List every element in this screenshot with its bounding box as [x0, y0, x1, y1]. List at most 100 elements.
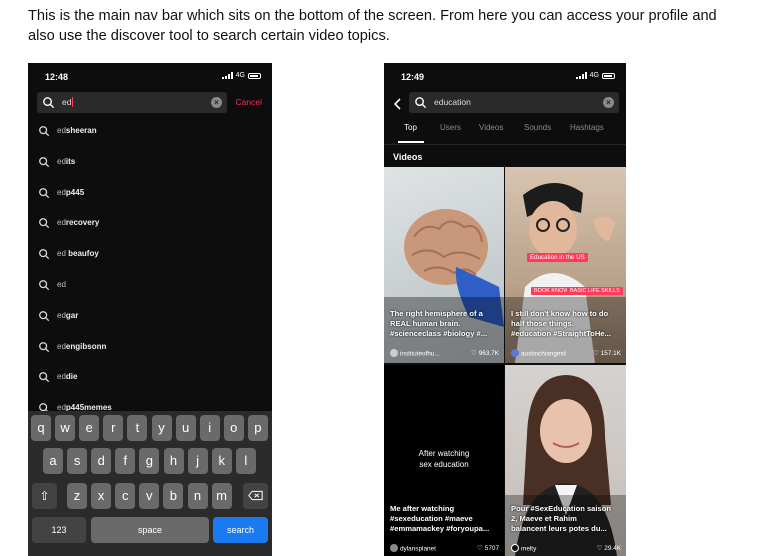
heart-icon: ♡: [593, 350, 599, 358]
search-input[interactable]: education ×: [409, 92, 619, 113]
key-x[interactable]: x: [91, 483, 112, 509]
tab-top[interactable]: Top: [404, 123, 417, 132]
suggestion-item[interactable]: edits: [38, 154, 258, 174]
key-s[interactable]: s: [67, 448, 88, 474]
shift-icon[interactable]: ⇧: [32, 483, 57, 509]
key-l[interactable]: l: [235, 448, 256, 474]
key-c[interactable]: c: [115, 483, 136, 509]
key-a[interactable]: a: [43, 448, 63, 474]
key-k[interactable]: k: [211, 448, 232, 474]
backspace-icon[interactable]: [243, 483, 268, 509]
key-j[interactable]: j: [187, 448, 208, 474]
phone-search-suggestions: 12:48 4G ed × Cancel edsheeran edits edp44…: [28, 63, 272, 556]
section-title: Videos: [393, 152, 423, 162]
avatar: [390, 349, 398, 357]
video-likes: 157.1K: [600, 350, 621, 358]
search-input[interactable]: ed ×: [37, 92, 227, 113]
search-key[interactable]: search: [213, 517, 268, 543]
suggestion-item[interactable]: eddie: [38, 369, 258, 389]
suggestion-prefix: ed: [57, 310, 66, 320]
key-q[interactable]: q: [31, 415, 51, 441]
status-time: 12:48: [45, 72, 69, 82]
phone-search-results: 12:49 4G education × Top Users Videos So…: [384, 63, 626, 556]
key-d[interactable]: d: [91, 448, 112, 474]
suggestion-rest: recovery: [65, 218, 100, 228]
search-value: ed: [62, 97, 72, 107]
key-p[interactable]: p: [247, 415, 268, 441]
suggestion-item[interactable]: edrecovery: [38, 215, 258, 235]
avatar: [511, 349, 519, 357]
suggestion-item[interactable]: ed beaufoy: [38, 246, 258, 266]
key-g[interactable]: g: [139, 448, 160, 474]
battery-icon: [248, 72, 261, 79]
network-label: 4G: [589, 72, 599, 79]
clear-icon[interactable]: ×: [211, 97, 222, 108]
suggestion-rest: engibsonn: [65, 341, 107, 351]
key-h[interactable]: h: [163, 448, 184, 474]
video-username: austinchiangmd: [521, 350, 566, 358]
key-f[interactable]: f: [115, 448, 136, 474]
clear-icon[interactable]: ×: [603, 97, 614, 108]
suggestion-prefix: ed: [57, 341, 66, 351]
key-m[interactable]: m: [211, 483, 232, 509]
tab-users[interactable]: Users: [440, 123, 461, 132]
status-bar: 12:49 4G: [384, 63, 626, 91]
suggestion-item[interactable]: edengibsonn: [38, 339, 258, 359]
key-w[interactable]: w: [55, 415, 76, 441]
result-tabs: Top Users Videos Sounds Hashtags: [384, 121, 626, 145]
key-n[interactable]: n: [187, 483, 208, 509]
video-likes: 963.7K: [478, 350, 499, 358]
key-i[interactable]: i: [199, 415, 220, 441]
back-icon[interactable]: [392, 97, 404, 111]
suggestion-rest: p445: [65, 187, 85, 197]
suggestion-item[interactable]: edsheeran: [38, 123, 258, 143]
suggestion-prefix: ed: [57, 187, 66, 197]
overlay-tag: BASIC LIFE SKILLS: [567, 287, 623, 295]
video-card[interactable]: Education in the US BOOK KNOWLEDGE BASIC…: [505, 167, 626, 363]
signal-icon: [575, 72, 587, 79]
tab-hashtags[interactable]: Hashtags: [570, 123, 604, 132]
key-t[interactable]: t: [127, 415, 148, 441]
suggestion-prefix: ed: [57, 249, 66, 259]
space-key[interactable]: space: [91, 517, 209, 543]
search-icon: [39, 280, 50, 291]
video-card[interactable]: After watching sex education Me after wa…: [384, 365, 504, 556]
suggestion-rest: sheeran: [65, 126, 97, 135]
suggestion-item[interactable]: ed: [38, 277, 258, 297]
suggestion-prefix: ed: [57, 126, 66, 135]
signal-icon: [221, 72, 233, 79]
suggestion-prefix: ed: [57, 156, 66, 166]
key-y[interactable]: y: [151, 415, 172, 441]
tab-sounds[interactable]: Sounds: [524, 123, 551, 132]
suggestion-rest: its: [65, 156, 76, 166]
key-o[interactable]: o: [223, 415, 244, 441]
video-likes: 5707: [484, 545, 499, 553]
video-likes: 29.4K: [604, 545, 621, 553]
avatar: [390, 544, 398, 552]
suggestion-item[interactable]: edgar: [38, 308, 258, 328]
key-u[interactable]: u: [175, 415, 196, 441]
active-tab-indicator: [398, 141, 424, 143]
numbers-key[interactable]: 123: [32, 517, 86, 543]
status-time: 12:49: [401, 72, 425, 82]
overlay-label: Education in the US: [527, 253, 588, 262]
search-icon: [39, 310, 50, 321]
search-value: education: [434, 97, 471, 107]
video-card[interactable]: Pour #SexEducation saison 2, Maeve et Ra…: [505, 365, 626, 556]
key-e[interactable]: e: [79, 415, 100, 441]
suggestion-prefix: ed: [57, 280, 66, 289]
video-username: instituteofhu...: [400, 350, 440, 358]
tab-videos[interactable]: Videos: [479, 123, 503, 132]
caption: This is the main nav bar which sits on t…: [28, 6, 748, 46]
key-v[interactable]: v: [139, 483, 160, 509]
heart-icon: ♡: [596, 545, 603, 553]
key-b[interactable]: b: [163, 483, 184, 509]
suggestion-item[interactable]: edp445: [38, 185, 258, 205]
heart-icon: ♡: [477, 545, 483, 553]
key-r[interactable]: r: [103, 415, 124, 441]
text-caret: [72, 97, 74, 107]
video-caption: Pour #SexEducation saison 2, Maeve et Ra…: [511, 504, 612, 533]
cancel-button[interactable]: Cancel: [236, 97, 262, 107]
key-z[interactable]: z: [67, 483, 87, 509]
video-card[interactable]: The right hemisphere of a REAL human bra…: [384, 167, 504, 363]
